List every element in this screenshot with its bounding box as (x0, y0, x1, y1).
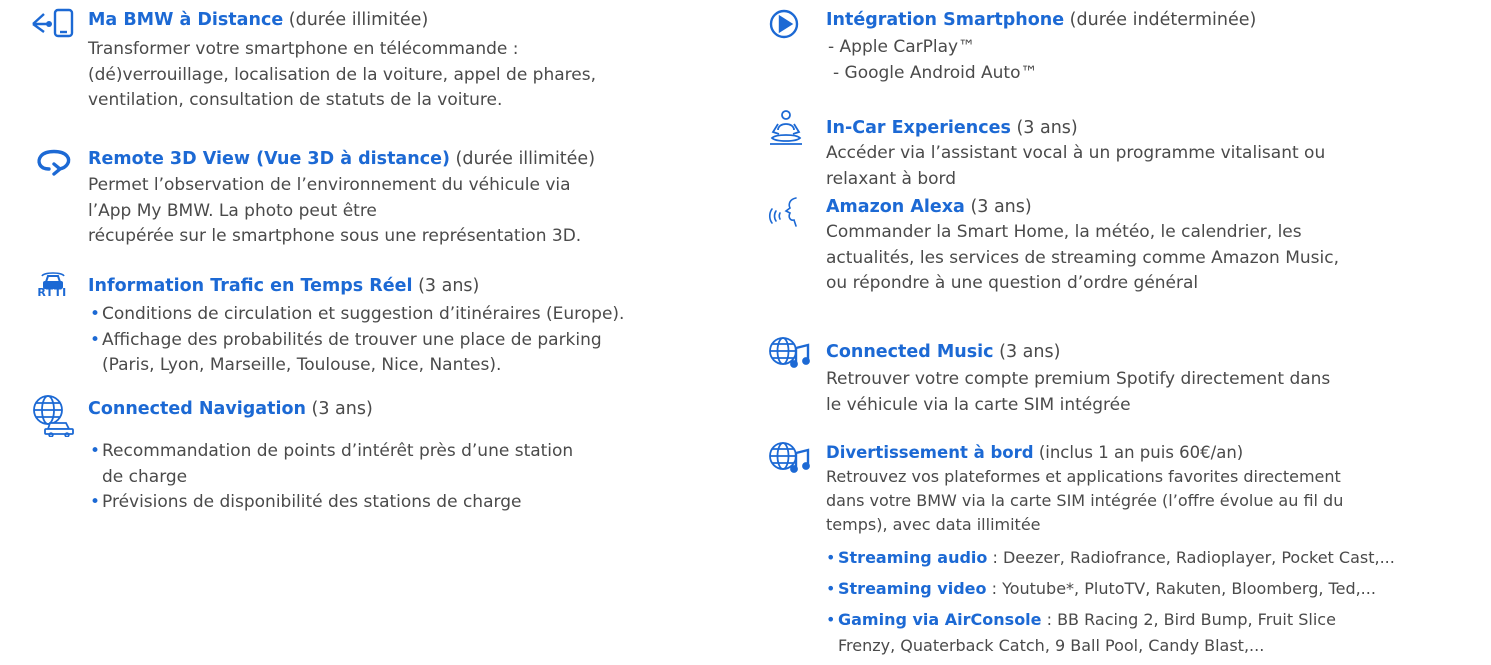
body-line: Accéder via l’assistant vocal à un progr… (826, 143, 1326, 163)
section-bullets: • Recommandation de points d’intérêt près… (90, 439, 573, 516)
body-line: Retrouver votre compte premium Spotify d… (826, 369, 1331, 389)
section-title: Connected Navigation (88, 399, 306, 419)
section-duration: (durée illimitée) (455, 149, 596, 169)
body-line: ventilation, consultation de statuts de … (88, 90, 503, 110)
section-body: Commander la Smart Home, la météo, le ca… (826, 220, 1339, 297)
section-duration: (3 ans) (970, 197, 1032, 217)
meditation-icon (768, 110, 804, 148)
body-line: le véhicule via la carte SIM intégrée (826, 394, 1131, 415)
body-line: - Google Android Auto™ (833, 62, 1038, 83)
section-duration: (durée illimitée) (288, 10, 429, 30)
rtti-car-icon: RTTI (30, 270, 76, 306)
entertainment-bullets: • Streaming audio : Deezer, Radiofrance, … (826, 542, 1395, 657)
bullet-item: • Prévisions de disponibilité des station… (90, 492, 522, 512)
section-title: In-Car Experiences (826, 118, 1011, 138)
section-body: Accéder via l’assistant vocal à un progr… (826, 141, 1325, 192)
section-duration: (durée indéterminée) (1069, 10, 1257, 30)
section-body: - Apple CarPlay™ - Google Android Auto™ (828, 35, 1038, 86)
bullet-item: • Conditions de circulation et suggestion… (90, 304, 625, 324)
section-body: Permet l’observation de l’environnement … (88, 173, 581, 250)
bullet-item: • Recommandation de points d’intérêt près… (90, 441, 574, 461)
section-body: Transformer votre smartphone en télécomm… (88, 37, 596, 114)
globe-music-icon (768, 441, 814, 475)
body-line: - Apple CarPlay™ (828, 37, 976, 57)
bullet-item: • Affichage des probabilités de trouver u… (90, 329, 602, 350)
body-line: l’App My BMW. La photo peut être (88, 200, 377, 221)
section-heading: Connected Music (3 ans) (826, 340, 1060, 364)
body-line: Transformer votre smartphone en télécomm… (88, 39, 519, 59)
body-line: relaxant à bord (826, 168, 957, 189)
play-circle-icon (768, 8, 800, 40)
section-heading: Connected Navigation (3 ans) (88, 397, 373, 421)
bullet-continuation: de charge (102, 466, 188, 487)
body-line: récupérée sur le smartphone sous une rep… (88, 226, 582, 246)
section-duration: (inclus 1 an puis 60€/an) (1038, 443, 1244, 462)
section-title: Amazon Alexa (826, 197, 965, 217)
section-heading: In-Car Experiences (3 ans) (826, 116, 1078, 140)
section-heading: Ma BMW à Distance (durée illimitée) (88, 8, 428, 32)
section-heading: Divertissement à bord (inclus 1 an puis … (826, 441, 1243, 465)
section-title: Information Trafic en Temps Réel (88, 276, 413, 296)
globe-music-icon (768, 336, 814, 370)
bullet-item: • Gaming via AirConsole : BB Racing 2, Bi… (826, 610, 1336, 629)
section-title: Ma BMW à Distance (88, 10, 284, 30)
section-body: Retrouvez vos plateformes et application… (826, 465, 1343, 537)
bullet-item: • Streaming audio : Deezer, Radiofrance, … (826, 548, 1395, 567)
phone-remote-icon (30, 8, 76, 38)
body-line: (dé)verrouillage, localisation de la voi… (88, 64, 596, 85)
section-duration: (3 ans) (418, 276, 480, 296)
section-title: Intégration Smartphone (826, 10, 1065, 30)
bullet-item: • Streaming video : Youtube*, PlutoTV, Ra… (826, 579, 1376, 598)
section-heading: Intégration Smartphone (durée indétermin… (826, 8, 1256, 32)
section-duration: (3 ans) (311, 399, 373, 419)
section-body: Retrouver votre compte premium Spotify d… (826, 367, 1330, 418)
section-heading: Information Trafic en Temps Réel (3 ans) (88, 274, 479, 298)
body-line: temps), avec data illimitée (826, 515, 1041, 534)
body-line: ou répondre à une question d’ordre génér… (826, 273, 1199, 293)
section-title: Remote 3D View (Vue 3D à distance) (88, 149, 450, 169)
bullet-continuation: (Paris, Lyon, Marseille, Toulouse, Nice,… (102, 355, 502, 375)
globe-car-icon (30, 393, 76, 438)
section-heading: Amazon Alexa (3 ans) (826, 195, 1032, 219)
rtti-icon-label: RTTI (37, 286, 67, 299)
body-line: Commander la Smart Home, la météo, le ca… (826, 222, 1302, 242)
section-title: Connected Music (826, 342, 994, 362)
section-heading: Remote 3D View (Vue 3D à distance) (duré… (88, 147, 595, 171)
body-line: actualités, les services de streaming co… (826, 247, 1339, 268)
body-line: Permet l’observation de l’environnement … (88, 175, 571, 195)
body-line: Retrouvez vos plateformes et application… (826, 467, 1341, 486)
section-bullets: • Conditions de circulation et suggestion… (90, 302, 624, 379)
section-duration: (3 ans) (1016, 118, 1078, 138)
rotate-view-icon (35, 147, 75, 177)
bullet-continuation: Frenzy, Quaterback Catch, 9 Ball Pool, C… (838, 636, 1265, 655)
section-duration: (3 ans) (999, 342, 1061, 362)
voice-assistant-icon (768, 195, 804, 229)
body-line: dans votre BMW via la carte SIM intégrée… (826, 491, 1344, 510)
section-title: Divertissement à bord (826, 443, 1034, 462)
